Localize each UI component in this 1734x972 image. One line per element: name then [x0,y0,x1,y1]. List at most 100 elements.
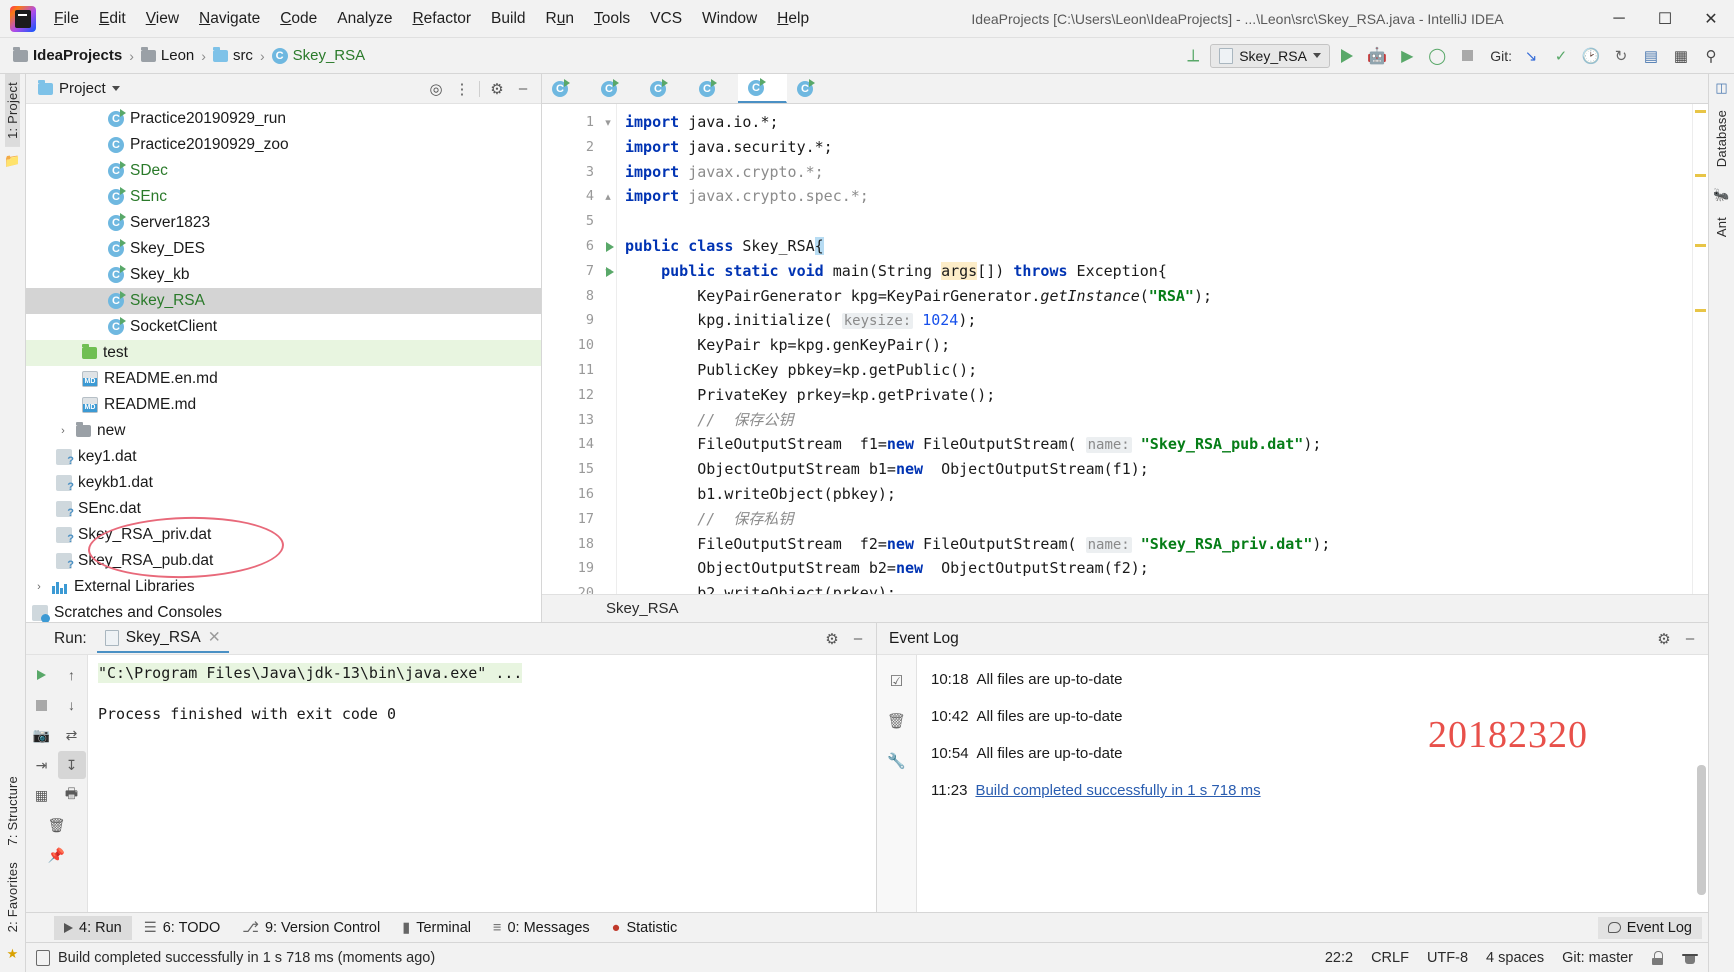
stop-icon[interactable] [28,691,56,719]
wrap-icon[interactable]: ⇄ [58,721,86,749]
show-window-icon[interactable]: ▦ [1668,43,1694,69]
commit-icon[interactable]: ✓ [1548,43,1574,69]
grid-icon[interactable]: ▦ [28,781,56,809]
code-line[interactable]: b1.writeObject(pbkey); [617,482,1692,507]
gear-icon[interactable]: ⚙ [1652,627,1676,651]
down-stack-icon[interactable]: ↓ [58,691,86,719]
stripe-warning-marker[interactable] [1695,174,1706,177]
code-folding-column[interactable]: ▾ ▴ ▾ [600,104,616,594]
code-line[interactable]: import java.security.*; [617,135,1692,160]
gear-icon[interactable]: ⚙ [820,627,844,651]
editor-tab-sdec-java[interactable]: C [787,74,836,103]
stripe-warning-marker[interactable] [1695,309,1706,312]
locate-icon[interactable]: ◎ [424,77,448,101]
toolwindow-button-event-log[interactable]: Event Log [1597,916,1702,939]
toolwindow-button-terminal[interactable]: ▮ Terminal [392,916,481,940]
build-icon[interactable]: ▤ [1638,43,1664,69]
run-icon[interactable] [1334,43,1360,69]
console-output[interactable]: "C:\Program Files\Java\jdk-13\bin\java.e… [88,655,876,912]
menu-navigate[interactable]: Navigate [189,6,270,32]
toolwindow-button-version-control[interactable]: ⎇ 9: Version Control [232,916,390,940]
ant-icon[interactable]: 🐜 [1712,185,1732,205]
editor-tab-skey-rsa-java[interactable]: C [738,74,787,103]
lock-icon[interactable] [1651,950,1664,965]
chevron-down-icon[interactable] [111,86,120,91]
rail-button-project[interactable]: 1: Project [5,74,20,147]
camera-icon[interactable]: 📷 [28,721,56,749]
search-icon[interactable]: ⚲ [1698,43,1724,69]
toolwindow-button-statistic[interactable]: ● Statistic [602,916,688,940]
folder-icon[interactable]: 📁 [3,151,23,171]
close-icon[interactable]: ✕ [208,628,221,647]
code-line[interactable]: // 保存私钥 [617,507,1692,532]
tree-item-skey-rsa[interactable]: C Skey_RSA [26,288,541,314]
tree-item-scratches-and-consoles[interactable]: Scratches and Consoles [26,600,541,622]
rerun-icon[interactable] [28,661,56,689]
tree-item-test[interactable]: test [26,340,541,366]
debug-icon[interactable]: 🤖 [1364,43,1390,69]
minimize-button[interactable]: ─ [1596,0,1642,38]
gear-icon[interactable]: ⚙ [485,77,509,101]
event-log-link[interactable]: Build completed successfully in 1 s 718 … [975,782,1260,799]
hide-icon[interactable]: – [511,77,535,101]
menu-file[interactable]: File [44,6,89,32]
tree-item-key1-dat[interactable]: key1.dat [26,444,541,470]
code-line[interactable]: import javax.crypto.spec.*; [617,184,1692,209]
tree-item-keykb1-dat[interactable]: keykb1.dat [26,470,541,496]
run-gutter-icon[interactable] [606,241,614,252]
menu-refactor[interactable]: Refactor [402,6,481,32]
close-button[interactable]: ✕ [1688,0,1734,38]
fold-marker[interactable]: ▾ [600,110,616,135]
database-icon[interactable]: ◫ [1712,78,1732,98]
error-stripe-marker[interactable] [1692,104,1708,594]
code-line[interactable]: public class Skey_RSA{ [617,234,1692,259]
toolwindow-button-messages[interactable]: ≡ 0: Messages [483,916,600,940]
settings-wrench-icon[interactable]: 🔧 [885,749,909,773]
tree-item-senc[interactable]: C SEnc [26,184,541,210]
expand-arrow-icon[interactable]: › [56,424,70,438]
line-separator[interactable]: CRLF [1371,950,1409,966]
tree-item-practice20190929-run[interactable]: C Practice20190929_run [26,106,541,132]
breadcrumb-item-ideaprojects[interactable]: IdeaProjects [10,46,125,65]
code-line[interactable]: FileOutputStream f1=new FileOutputStream… [617,432,1692,457]
star-icon[interactable]: ★ [3,944,23,964]
menu-help[interactable]: Help [767,6,819,32]
code-line[interactable]: ObjectOutputStream b2=new ObjectOutputSt… [617,556,1692,581]
tree-item-sdec[interactable]: C SDec [26,158,541,184]
rail-button-ant[interactable]: Ant [1714,209,1729,245]
breadcrumb-item-leon[interactable]: Leon [138,46,197,65]
code-line[interactable]: kpg.initialize( keysize: 1024); [617,308,1692,333]
menu-tools[interactable]: Tools [584,6,640,32]
tree-item-readme-en-md[interactable]: README.en.md [26,366,541,392]
inspector-hat-icon[interactable] [1682,950,1698,965]
toolwindow-button-run[interactable]: 4: Run [54,915,132,940]
code-line[interactable]: import javax.crypto.*; [617,160,1692,185]
code-editor-text[interactable]: import java.io.*; import java.security.*;… [616,104,1692,594]
rail-button-favorites[interactable]: 2: Favorites [5,854,20,940]
hide-icon[interactable]: – [846,627,870,651]
tree-item-skey-kb[interactable]: C Skey_kb [26,262,541,288]
up-stack-icon[interactable]: ↑ [58,661,86,689]
editor-tab-caesar-java[interactable]: C [591,74,640,103]
menu-build[interactable]: Build [481,6,535,32]
mark-read-icon[interactable]: ☑ [885,669,909,693]
run-configuration-selector[interactable]: Skey_RSA [1210,43,1331,68]
tree-item-senc-dat[interactable]: SEnc.dat [26,496,541,522]
tree-item-external-libraries[interactable]: › External Libraries [26,574,541,600]
maximize-button[interactable]: ☐ [1642,0,1688,38]
editor-tab-skey-kb-java[interactable]: C [640,74,689,103]
status-message-area[interactable]: Build completed successfully in 1 s 718 … [36,949,435,966]
code-line[interactable]: b2.writeObject(prkey); [617,581,1692,594]
code-line[interactable]: PublicKey pbkey=kp.getPublic(); [617,358,1692,383]
hide-icon[interactable]: – [1678,627,1702,651]
clear-all-icon[interactable]: 🗑 [43,811,71,839]
menu-edit[interactable]: Edit [89,6,136,32]
back-arrow-icon[interactable]: ⟂ [1180,43,1206,69]
print-icon[interactable]: 🖶 [58,781,86,809]
delete-icon[interactable]: 🗑 [885,709,909,733]
menu-code[interactable]: Code [270,6,327,32]
editor-tab-senc-java[interactable]: C [689,74,738,103]
file-encoding[interactable]: UTF-8 [1427,950,1468,966]
expand-arrow-icon[interactable]: › [32,580,46,594]
code-line[interactable]: KeyPair kp=kpg.genKeyPair(); [617,333,1692,358]
